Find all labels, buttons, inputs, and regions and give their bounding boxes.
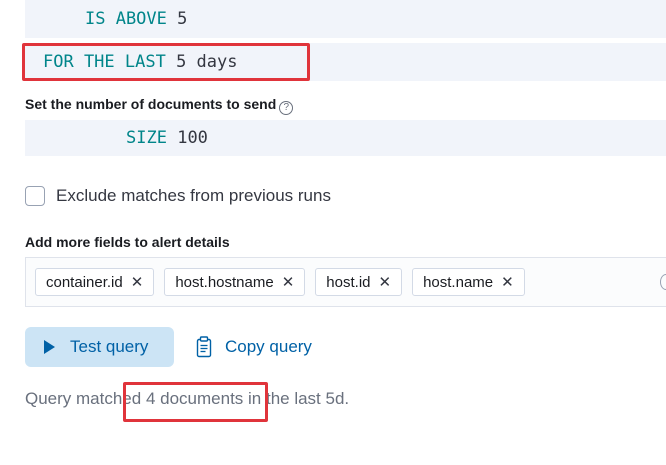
remove-chip-icon[interactable]: ✕ xyxy=(379,273,392,291)
is-above-expression[interactable]: IS ABOVE 5 xyxy=(25,0,666,38)
fields-section-label: Add more fields to alert details xyxy=(25,234,230,250)
clipboard-icon xyxy=(196,336,212,358)
test-query-label: Test query xyxy=(70,337,149,356)
alert-fields-combobox[interactable]: container.id ✕ host.hostname ✕ host.id ✕ ho… xyxy=(25,257,666,307)
size-keyword: SIZE xyxy=(126,128,167,148)
alert-rule-form: IS ABOVE 5 FOR THE LAST 5 days Set the n… xyxy=(0,0,666,465)
field-chip-label: host.name xyxy=(423,273,494,291)
field-chip-label: container.id xyxy=(46,273,123,291)
result-suffix: in the last 5d. xyxy=(243,389,350,408)
remove-chip-icon[interactable]: ✕ xyxy=(282,273,295,291)
field-chip-host-name: host.name ✕ xyxy=(412,268,525,296)
field-chip-host-id: host.id ✕ xyxy=(315,268,403,296)
test-query-button[interactable]: Test query xyxy=(25,327,174,367)
is-above-keyword: IS ABOVE xyxy=(85,9,167,29)
for-the-last-value: 5 days xyxy=(176,52,238,72)
exclude-matches-row[interactable]: Exclude matches from previous runs xyxy=(25,186,331,206)
field-chip-container-id: container.id ✕ xyxy=(35,268,155,296)
remove-chip-icon[interactable]: ✕ xyxy=(131,273,144,291)
exclude-matches-label[interactable]: Exclude matches from previous runs xyxy=(56,186,331,206)
result-count: 4 documents xyxy=(145,389,244,408)
play-icon xyxy=(44,340,55,354)
copy-query-label: Copy query xyxy=(225,337,312,356)
combobox-clear-icon[interactable] xyxy=(660,274,666,290)
size-value: 100 xyxy=(177,128,208,148)
size-expression[interactable]: SIZE 100 xyxy=(25,120,666,156)
question-circle-icon[interactable]: ? xyxy=(279,101,294,115)
for-the-last-keyword: FOR THE LAST xyxy=(43,52,166,72)
exclude-matches-checkbox[interactable] xyxy=(25,186,45,206)
remove-chip-icon[interactable]: ✕ xyxy=(501,273,514,291)
copy-query-button[interactable]: Copy query xyxy=(196,327,312,367)
field-chip-host-hostname: host.hostname ✕ xyxy=(164,268,306,296)
query-result-text: Query matched 4 documents in the last 5d… xyxy=(25,389,349,409)
size-section-label-text: Set the number of documents to send xyxy=(25,96,277,112)
is-above-value: 5 xyxy=(177,9,188,29)
field-chip-label: host.id xyxy=(326,273,371,291)
for-the-last-expression[interactable]: FOR THE LAST 5 days xyxy=(25,43,666,81)
result-prefix: Query matched xyxy=(25,389,146,408)
size-section-label: Set the number of documents to send? xyxy=(25,96,294,115)
field-chip-label: host.hostname xyxy=(175,273,274,291)
